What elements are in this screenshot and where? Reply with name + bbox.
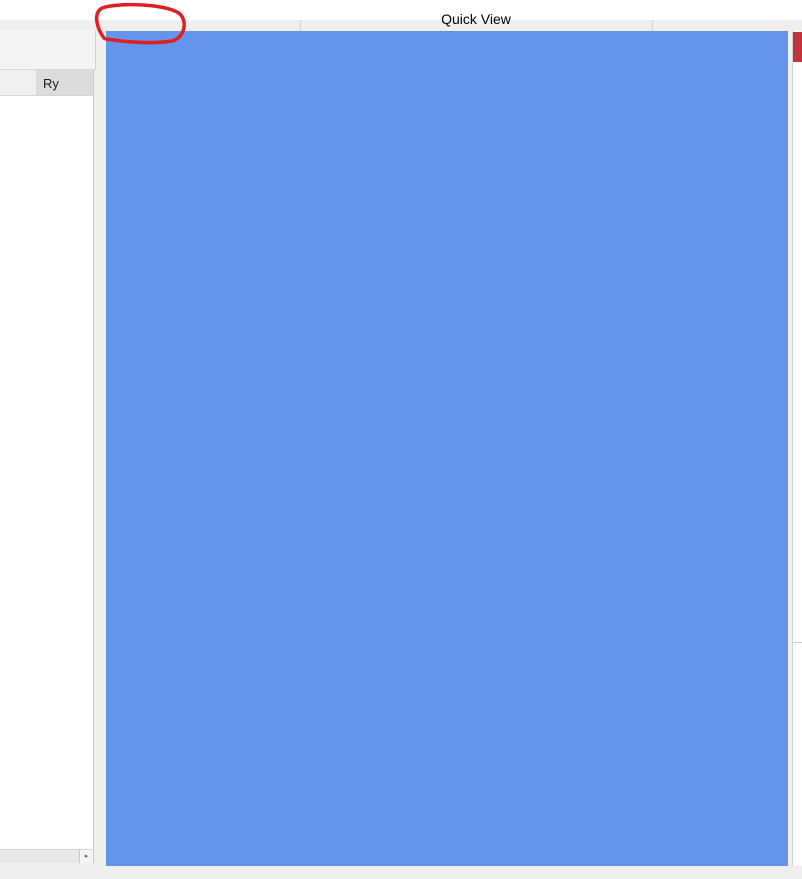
table-header: Ry: [0, 70, 93, 96]
left-data-table: Ry ▸: [0, 70, 94, 863]
left-panel-toolbar: [0, 30, 96, 70]
column-header-ry[interactable]: Ry: [37, 70, 93, 95]
column-header[interactable]: [0, 70, 37, 95]
right-panel-divider: [793, 642, 802, 643]
horizontal-scrollbar[interactable]: ▸: [0, 849, 93, 863]
tab-divider: [652, 20, 653, 30]
right-panel-marker: [793, 32, 802, 62]
quick-view-preview-area[interactable]: [106, 31, 788, 866]
scroll-right-icon[interactable]: ▸: [79, 850, 93, 863]
bottom-status-bar: [0, 866, 802, 879]
panel-splitter[interactable]: [96, 30, 105, 866]
right-panel-edge: [792, 31, 802, 866]
tab-quick-view[interactable]: Quick View: [300, 8, 652, 28]
red-circle-annotation: [94, 2, 186, 45]
